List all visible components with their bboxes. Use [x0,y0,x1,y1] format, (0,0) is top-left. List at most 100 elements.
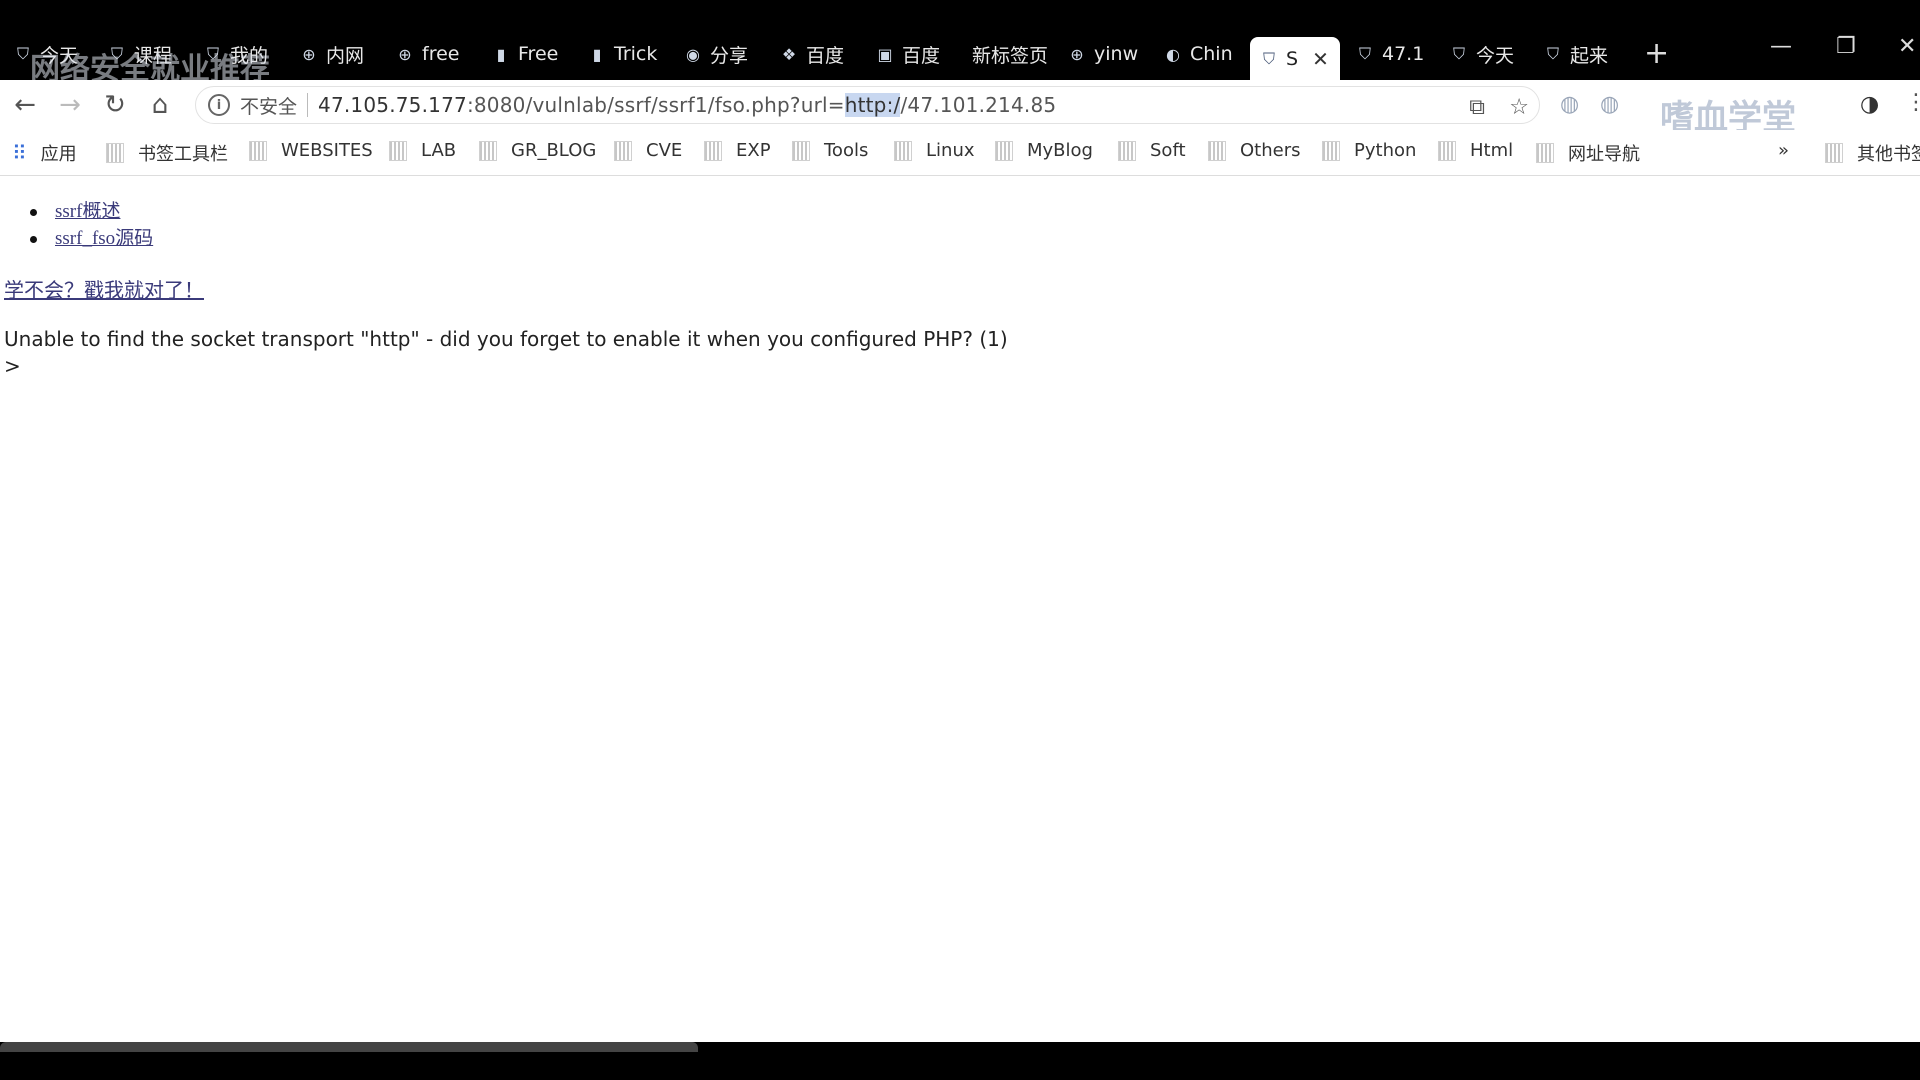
divider [307,93,309,117]
weibo-icon: ◉ [686,44,700,64]
forward-icon[interactable]: → [55,90,85,120]
paw-icon: ❖ [781,44,797,64]
folder-icon [792,140,810,161]
shield-icon: ⛉ [1262,48,1275,68]
url-path: :8080/vulnlab/ssrf/ssrf1/fso.php?url= [466,93,845,117]
bookmarks-overflow-button[interactable]: » [1778,140,1789,161]
tab[interactable]: ⊕ free [396,37,472,71]
tab[interactable]: 新标签页 [972,37,1048,71]
folder-icon [106,143,124,163]
toolbar: ← → ↻ ⌂ i 不安全 47.105.75.177:8080/vulnlab… [0,80,1920,138]
bookmark-folder[interactable]: 书签工具栏 [106,140,228,166]
close-window-icon[interactable]: ✕ [1898,34,1916,59]
url-selected: http:/ [844,93,901,117]
folder-icon [894,140,912,161]
folder-icon [704,140,722,161]
ssrf-fso-source-link[interactable]: ssrf_fso源码 [55,228,153,249]
doc-icon: ▣ [877,44,893,64]
error-message: Unable to find the socket transport "htt… [4,327,1008,351]
shield-icon: ⛉ [110,44,123,63]
bookmarks-bar: ⠿ 应用 书签工具栏 WEBSITES LAB GR_BLOG CVE EXP T… [0,130,1920,176]
tab[interactable]: ▣ 百度 [876,37,952,71]
menu-icon[interactable]: ⋮ [1905,90,1920,115]
address-bar[interactable]: i 不安全 47.105.75.177:8080/vulnlab/ssrf/ss… [195,86,1540,124]
tab[interactable]: ⛉ 47.1 [1356,37,1432,71]
folder-icon [1438,140,1456,161]
reload-icon[interactable]: ↻ [100,90,130,120]
apps-bookmark[interactable]: ⠿ 应用 [12,140,77,166]
apps-grid-icon: ⠿ [12,141,27,165]
globe-icon: ⊕ [398,44,412,64]
cd-icon: ◐ [1166,44,1180,64]
bookmark-folder[interactable]: MyBlog [995,140,1093,161]
tab[interactable]: ❖ 百度 [780,37,856,71]
list-item: ssrf概述 [30,198,153,225]
bookmark-folder[interactable]: GR_BLOG [479,140,596,161]
folder-icon [1536,143,1554,163]
folder-icon [249,140,267,161]
star-icon[interactable]: ☆ [1509,95,1529,120]
shield-icon: ⛉ [16,44,29,63]
folder-icon [1118,140,1136,161]
browser-window: ⛉ 今天 ⛉ 课程 ⛉ 我的 ⊕ 内网 ⊕ free ▮ Free ▮ Trick ◉ 分享 ❖… [0,0,1920,1080]
video-progress-bar [0,1042,698,1052]
bottom-bar [0,1042,1920,1080]
list-item: ssrf_fso源码 [30,225,153,252]
extension-icon[interactable]: ◍ [1600,92,1619,117]
profile-icon[interactable]: ◑ [1860,92,1879,117]
shield-icon: ⛉ [1358,44,1371,63]
globe-icon: ⊕ [1070,44,1084,64]
bookmark-folder[interactable]: Html [1438,140,1513,161]
translate-icon[interactable]: ⧉ [1469,95,1485,120]
tab[interactable]: ⛉ 我的 [204,37,280,71]
folder-icon [1322,140,1340,161]
bookmark-folder[interactable]: EXP [704,140,771,161]
shield-icon: ⛉ [1452,44,1465,63]
tab[interactable]: ⛉ 今天 [1450,37,1526,71]
bookmark-folder[interactable]: Linux [894,140,975,161]
bookmark-folder[interactable]: LAB [389,140,456,161]
page-content: ssrf概述 ssrf_fso源码 学不会？戳我就对了！ Unable to f… [0,176,1920,1042]
folder-icon [389,140,407,161]
folder-icon [1825,143,1843,163]
new-tab-button[interactable]: + [1644,36,1669,71]
tab[interactable]: ⛉ 课程 [108,37,184,71]
tab-strip: ⛉ 今天 ⛉ 课程 ⛉ 我的 ⊕ 内网 ⊕ free ▮ Free ▮ Trick ◉ 分享 ❖… [0,0,1920,87]
tab[interactable]: ⊕ yinw [1068,37,1144,71]
tab[interactable]: ⛉ 今天 [14,37,90,71]
globe-icon: ⊕ [302,44,316,64]
other-bookmarks[interactable]: 其他书签 [1825,140,1920,166]
bookmark-folder[interactable]: Tools [792,140,868,161]
info-icon[interactable]: i [208,94,230,116]
folder-icon [1208,140,1226,161]
bookmark-folder[interactable]: Others [1208,140,1301,161]
tab[interactable]: ⛉ 起来 [1544,37,1620,71]
folder-icon [614,140,632,161]
minimize-icon[interactable]: — [1770,34,1792,59]
restore-icon[interactable]: ❐ [1836,34,1856,59]
shield-icon: ⛉ [206,44,219,63]
url-host: 47.105.75.177 [318,93,467,117]
home-icon[interactable]: ⌂ [145,90,175,120]
doc-icon: ▮ [592,44,602,64]
folder-icon [995,140,1013,161]
tab-active[interactable]: ⛉ S ✕ [1250,37,1340,80]
bookmark-folder[interactable]: 网址导航 [1536,140,1640,166]
bookmark-folder[interactable]: Python [1322,140,1416,161]
back-icon[interactable]: ← [10,90,40,120]
tab[interactable]: ◐ Chin [1164,37,1240,71]
tab[interactable]: ◉ 分享 [684,37,760,71]
tab[interactable]: ▮ Trick [588,37,664,71]
bookmark-folder[interactable]: Soft [1118,140,1186,161]
tab[interactable]: ▮ Free [492,37,568,71]
ssrf-overview-link[interactable]: ssrf概述 [55,201,120,222]
url-text[interactable]: 47.105.75.177:8080/vulnlab/ssrf/ssrf1/fs… [318,93,1056,117]
close-tab-icon[interactable]: ✕ [1312,47,1329,71]
url-rest: /47.101.214.85 [900,93,1057,117]
bookmark-folder[interactable]: WEBSITES [249,140,373,161]
extension-icon[interactable]: ◍ [1560,92,1579,117]
bookmark-folder[interactable]: CVE [614,140,682,161]
help-link[interactable]: 学不会？戳我就对了！ [4,274,204,303]
doc-icon: ▮ [496,44,506,64]
tab[interactable]: ⊕ 内网 [300,37,376,71]
